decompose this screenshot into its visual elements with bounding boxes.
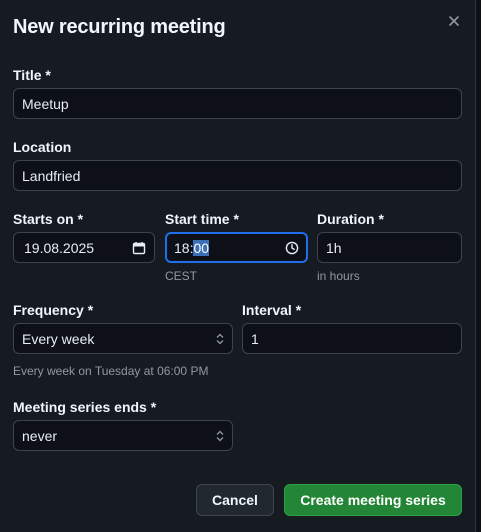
interval-input[interactable]: 1 bbox=[242, 323, 462, 354]
start-time-value: 18:00 bbox=[174, 239, 285, 256]
select-arrows-icon bbox=[216, 430, 224, 441]
duration-help: in hours bbox=[317, 269, 360, 283]
starts-on-label: Starts on * bbox=[13, 211, 84, 227]
frequency-select[interactable]: Every week bbox=[13, 323, 233, 354]
new-meeting-dialog: New recurring meeting Title * Meetup Loc… bbox=[0, 0, 476, 532]
frequency-help: Every week on Tuesday at 06:00 PM bbox=[13, 364, 209, 378]
location-label: Location bbox=[13, 139, 72, 155]
calendar-icon[interactable] bbox=[132, 241, 146, 255]
start-time-timezone: CEST bbox=[165, 269, 198, 283]
duration-input[interactable]: 1h bbox=[317, 232, 462, 263]
create-meeting-series-button[interactable]: Create meeting series bbox=[284, 484, 462, 516]
series-ends-select[interactable]: never bbox=[13, 420, 233, 451]
close-button[interactable] bbox=[445, 12, 463, 30]
location-value: Landfried bbox=[22, 167, 81, 184]
start-time-hours: 18: bbox=[174, 239, 194, 256]
close-icon bbox=[449, 16, 459, 26]
title-input[interactable]: Meetup bbox=[13, 88, 462, 119]
location-input[interactable]: Landfried bbox=[13, 160, 462, 191]
title-value: Meetup bbox=[22, 95, 69, 112]
select-arrows-icon bbox=[216, 333, 224, 344]
frequency-label: Frequency * bbox=[13, 302, 94, 318]
series-ends-label: Meeting series ends * bbox=[13, 399, 157, 415]
start-time-minutes-selected[interactable]: 00 bbox=[193, 239, 210, 256]
start-time-input[interactable]: 18:00 bbox=[165, 232, 308, 263]
duration-value: 1h bbox=[326, 239, 342, 256]
start-time-label: Start time * bbox=[165, 211, 239, 227]
series-ends-value: never bbox=[22, 427, 58, 444]
dialog-title: New recurring meeting bbox=[13, 16, 226, 38]
starts-on-value: 19.08.2025 bbox=[24, 239, 95, 256]
interval-value: 1 bbox=[251, 330, 259, 347]
cancel-button[interactable]: Cancel bbox=[196, 484, 274, 516]
frequency-value: Every week bbox=[22, 330, 95, 347]
interval-label: Interval * bbox=[242, 302, 302, 318]
clock-icon[interactable] bbox=[285, 241, 299, 255]
starts-on-date-input[interactable]: 19.08.2025 bbox=[13, 232, 155, 263]
duration-label: Duration * bbox=[317, 211, 384, 227]
title-label: Title * bbox=[13, 67, 51, 83]
